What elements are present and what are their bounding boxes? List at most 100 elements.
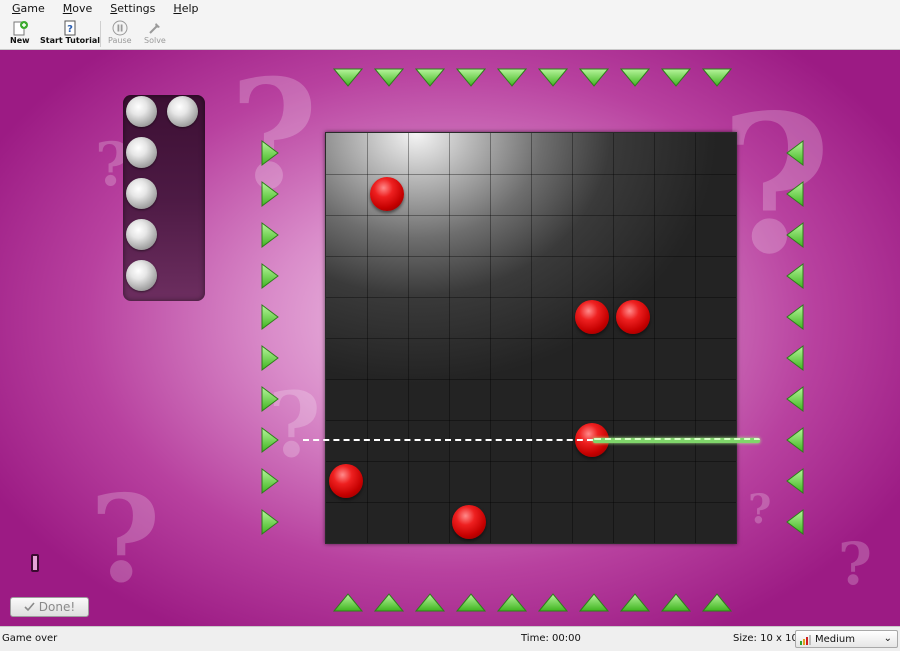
laser-arrow-down[interactable] xyxy=(702,65,732,91)
menu-move-label: ove xyxy=(72,2,93,15)
laser-arrow-down[interactable] xyxy=(497,65,527,91)
menu-move[interactable]: Move xyxy=(57,2,99,15)
laser-arrow-up[interactable] xyxy=(620,590,650,616)
laser-arrow-down[interactable] xyxy=(538,65,568,91)
placed-ball[interactable] xyxy=(452,505,486,539)
pause-icon xyxy=(111,19,129,36)
laser-arrow-down[interactable] xyxy=(333,65,363,91)
grid-line xyxy=(326,420,736,421)
laser-arrow-right[interactable] xyxy=(254,181,284,207)
start-tutorial-label: Start Tutorial xyxy=(40,36,100,45)
new-game-icon xyxy=(11,19,29,36)
tutorial-icon: ? xyxy=(61,19,79,36)
question-mark-icon: ? xyxy=(90,469,161,610)
laser-arrow-down[interactable] xyxy=(579,65,609,91)
status-time: Time: 00:00 xyxy=(521,633,581,644)
laser-arrow-right[interactable] xyxy=(254,222,284,248)
checkmark-icon xyxy=(24,602,35,612)
done-button[interactable]: Done! xyxy=(10,597,89,617)
laser-arrow-right[interactable] xyxy=(254,140,284,166)
laser-arrow-right[interactable] xyxy=(254,304,284,330)
grid-line xyxy=(326,215,736,216)
laser-arrow-down[interactable] xyxy=(374,65,404,91)
laser-arrow-up[interactable] xyxy=(415,590,445,616)
chevron-down-icon: ⌄ xyxy=(883,633,892,644)
solve-label: Solve xyxy=(144,36,166,45)
laser-beam-in xyxy=(303,439,593,441)
laser-arrow-up[interactable] xyxy=(497,590,527,616)
laser-arrow-left[interactable] xyxy=(781,304,811,330)
laser-arrow-up[interactable] xyxy=(661,590,691,616)
laser-arrow-up[interactable] xyxy=(333,590,363,616)
toolbar: New ? Start Tutorial Pause Solve xyxy=(0,17,900,50)
laser-arrow-down[interactable] xyxy=(415,65,445,91)
laser-arrow-left[interactable] xyxy=(781,345,811,371)
grid-line xyxy=(326,502,736,503)
menu-settings[interactable]: Settings xyxy=(104,2,161,15)
tray-ball[interactable] xyxy=(126,137,157,168)
placed-ball[interactable] xyxy=(370,177,404,211)
laser-arrow-right[interactable] xyxy=(254,263,284,289)
placed-ball[interactable] xyxy=(575,300,609,334)
score-indicator xyxy=(31,554,39,572)
done-label: Done! xyxy=(38,600,76,614)
menu-bar: Game Move Settings Help xyxy=(0,0,900,17)
laser-arrow-left[interactable] xyxy=(781,263,811,289)
menu-game-mnemonic: G xyxy=(12,2,21,15)
laser-arrow-down[interactable] xyxy=(661,65,691,91)
laser-arrow-up[interactable] xyxy=(538,590,568,616)
status-message: Game over xyxy=(2,633,58,644)
laser-arrow-down[interactable] xyxy=(620,65,650,91)
start-tutorial-button[interactable]: ? Start Tutorial xyxy=(40,19,100,45)
black-box-grid[interactable] xyxy=(325,132,737,544)
laser-arrow-left[interactable] xyxy=(781,222,811,248)
tray-ball[interactable] xyxy=(126,96,157,127)
grid-line xyxy=(326,174,736,175)
status-bar: Game over Time: 00:00 Size: 10 x 10 Medi… xyxy=(0,626,900,651)
laser-arrow-left[interactable] xyxy=(781,386,811,412)
laser-arrow-down[interactable] xyxy=(456,65,486,91)
tray-ball[interactable] xyxy=(126,178,157,209)
toolbar-separator xyxy=(100,21,101,47)
placed-ball[interactable] xyxy=(616,300,650,334)
tray-ball[interactable] xyxy=(126,219,157,250)
laser-arrow-right[interactable] xyxy=(254,468,284,494)
difficulty-select[interactable]: Medium ⌄ xyxy=(795,630,898,648)
laser-arrow-left[interactable] xyxy=(781,140,811,166)
tray-ball[interactable] xyxy=(126,260,157,291)
menu-help-mnemonic: H xyxy=(173,2,182,15)
menu-game-label: ame xyxy=(20,2,45,15)
solve-button[interactable]: Solve xyxy=(144,19,166,45)
grid-line xyxy=(326,338,736,339)
tray-ball[interactable] xyxy=(167,96,198,127)
grid-line xyxy=(326,379,736,380)
ball-tray xyxy=(123,95,205,301)
svg-text:?: ? xyxy=(67,24,73,35)
laser-arrow-right[interactable] xyxy=(254,345,284,371)
grid-line xyxy=(326,461,736,462)
laser-arrow-up[interactable] xyxy=(374,590,404,616)
laser-arrow-up[interactable] xyxy=(702,590,732,616)
laser-arrow-left[interactable] xyxy=(781,427,811,453)
laser-arrow-left[interactable] xyxy=(781,181,811,207)
laser-beam-out xyxy=(593,438,760,443)
laser-arrow-right[interactable] xyxy=(254,427,284,453)
new-game-button[interactable]: New xyxy=(10,19,30,45)
menu-help[interactable]: Help xyxy=(167,2,204,15)
pause-button[interactable]: Pause xyxy=(108,19,132,45)
laser-arrow-right[interactable] xyxy=(254,509,284,535)
placed-ball[interactable] xyxy=(329,464,363,498)
game-board-area: ? ? ? ? ? ? ? Done! xyxy=(0,50,900,626)
menu-settings-label: ettings xyxy=(117,2,156,15)
menu-game[interactable]: Game xyxy=(6,2,51,15)
laser-arrow-up[interactable] xyxy=(579,590,609,616)
laser-arrow-left[interactable] xyxy=(781,468,811,494)
status-size: Size: 10 x 10 xyxy=(733,633,798,644)
laser-arrow-right[interactable] xyxy=(254,386,284,412)
signal-bars-icon xyxy=(800,634,811,645)
menu-help-label: elp xyxy=(181,2,199,15)
solve-icon xyxy=(146,19,164,36)
laser-arrow-up[interactable] xyxy=(456,590,486,616)
laser-arrow-left[interactable] xyxy=(781,509,811,535)
pause-label: Pause xyxy=(108,36,132,45)
